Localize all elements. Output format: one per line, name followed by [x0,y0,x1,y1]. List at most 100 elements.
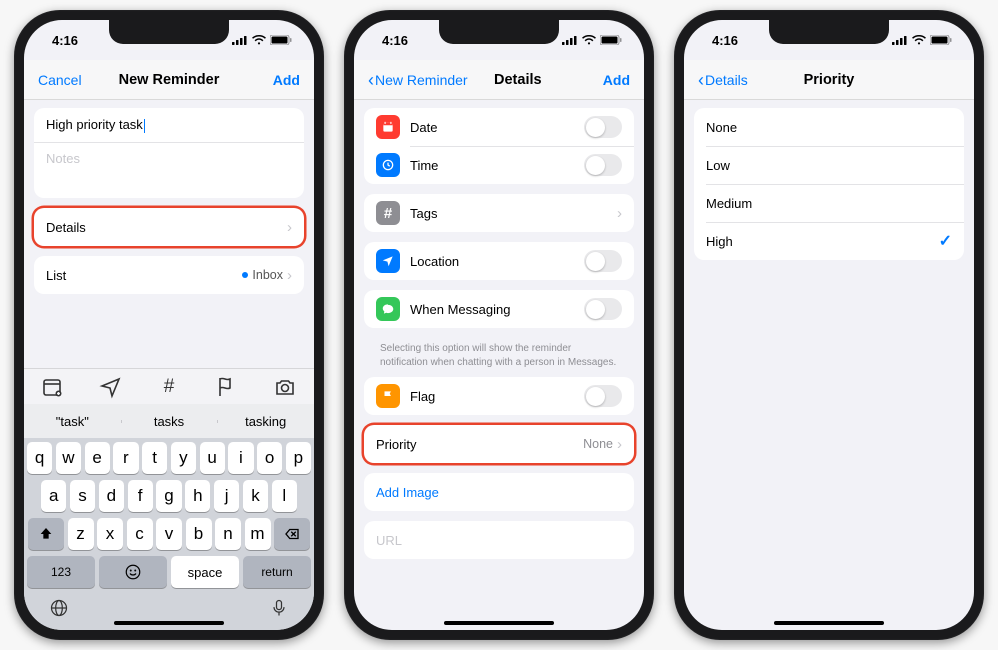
tag-icon[interactable]: # [157,375,181,399]
add-button[interactable]: Add [568,72,630,88]
flag-row[interactable]: Flag [364,377,634,415]
date-row[interactable]: Date [364,108,634,146]
list-row[interactable]: List Inbox › [34,256,304,294]
key-e[interactable]: e [85,442,110,474]
key-q[interactable]: q [27,442,52,474]
key-k[interactable]: k [243,480,268,512]
back-button[interactable]: ‹New Reminder [368,71,468,89]
key-y[interactable]: y [171,442,196,474]
add-button[interactable]: Add [238,72,300,88]
url-row[interactable]: URL [364,521,634,559]
key-l[interactable]: l [272,480,297,512]
wifi-icon [912,35,926,45]
globe-icon[interactable] [49,598,69,623]
wifi-icon [252,35,266,45]
suggestion-3[interactable]: tasking [217,414,314,429]
chevron-right-icon: › [287,267,292,284]
priority-label: Priority [376,437,583,452]
priority-row[interactable]: Priority None › [364,425,634,463]
flag-icon [376,384,400,408]
suggestion-1[interactable]: "task" [24,414,121,429]
calendar-icon [376,115,400,139]
key-space[interactable]: space [171,556,239,588]
phone-frame-2: 4:16 ‹New Reminder Details Add Date [344,10,654,640]
key-emoji[interactable] [99,556,167,588]
key-n[interactable]: n [215,518,241,550]
key-g[interactable]: g [156,480,181,512]
key-r[interactable]: r [113,442,138,474]
key-v[interactable]: v [156,518,182,550]
cancel-button[interactable]: Cancel [38,72,100,88]
chevron-left-icon: ‹ [368,71,374,89]
location-row[interactable]: Location [364,242,634,280]
key-z[interactable]: z [68,518,94,550]
message-icon [376,297,400,321]
key-p[interactable]: p [286,442,311,474]
key-123[interactable]: 123 [27,556,95,588]
date-toggle[interactable] [584,116,622,138]
add-image-row[interactable]: Add Image [364,473,634,511]
home-indicator[interactable] [444,621,554,625]
key-c[interactable]: c [127,518,153,550]
key-b[interactable]: b [186,518,212,550]
home-indicator[interactable] [114,621,224,625]
key-x[interactable]: x [97,518,123,550]
battery-icon [930,35,952,45]
key-s[interactable]: s [70,480,95,512]
key-f[interactable]: f [128,480,153,512]
location-toggle[interactable] [584,250,622,272]
key-j[interactable]: j [214,480,239,512]
key-shift[interactable] [28,518,64,550]
location-icon[interactable] [99,375,123,399]
chevron-right-icon: › [287,219,292,236]
key-m[interactable]: m [245,518,271,550]
key-w[interactable]: w [56,442,81,474]
key-delete[interactable] [274,518,310,550]
chevron-right-icon: › [617,436,622,453]
battery-icon [600,35,622,45]
notes-input[interactable]: Notes [34,142,304,198]
key-return[interactable]: return [243,556,311,588]
calendar-icon[interactable] [41,375,65,399]
option-high[interactable]: High ✓ [694,222,964,260]
key-a[interactable]: a [41,480,66,512]
nav-title: Details [494,72,542,88]
time-label: Time [410,158,584,173]
flag-toggle[interactable] [584,385,622,407]
mic-icon[interactable] [269,598,289,623]
option-none[interactable]: None [694,108,964,146]
messaging-label: When Messaging [410,302,584,317]
key-u[interactable]: u [200,442,225,474]
key-d[interactable]: d [99,480,124,512]
back-button[interactable]: ‹Details [698,71,760,89]
key-i[interactable]: i [228,442,253,474]
cellular-icon [892,35,908,45]
messaging-row[interactable]: When Messaging [364,290,634,328]
key-h[interactable]: h [185,480,210,512]
time-row[interactable]: Time [364,146,634,184]
tags-row[interactable]: # Tags › [364,194,634,232]
key-o[interactable]: o [257,442,282,474]
flag-label: Flag [410,389,584,404]
nav-title: Priority [804,72,855,88]
title-card: High priority task Notes [34,108,304,198]
time-toggle[interactable] [584,154,622,176]
wifi-icon [582,35,596,45]
messaging-toggle[interactable] [584,298,622,320]
option-medium[interactable]: Medium [694,184,964,222]
battery-icon [270,35,292,45]
suggestion-2[interactable]: tasks [121,414,218,429]
option-low[interactable]: Low [694,146,964,184]
date-label: Date [410,120,584,135]
priority-value: None [583,437,613,451]
flag-icon[interactable] [215,375,239,399]
nav-title: New Reminder [119,72,220,88]
home-indicator[interactable] [774,621,884,625]
text-cursor [144,119,146,133]
details-row[interactable]: Details › [34,208,304,246]
chevron-left-icon: ‹ [698,71,704,89]
hash-icon: # [376,201,400,225]
camera-icon[interactable] [273,375,297,399]
key-t[interactable]: t [142,442,167,474]
title-input[interactable]: High priority task [34,108,304,142]
